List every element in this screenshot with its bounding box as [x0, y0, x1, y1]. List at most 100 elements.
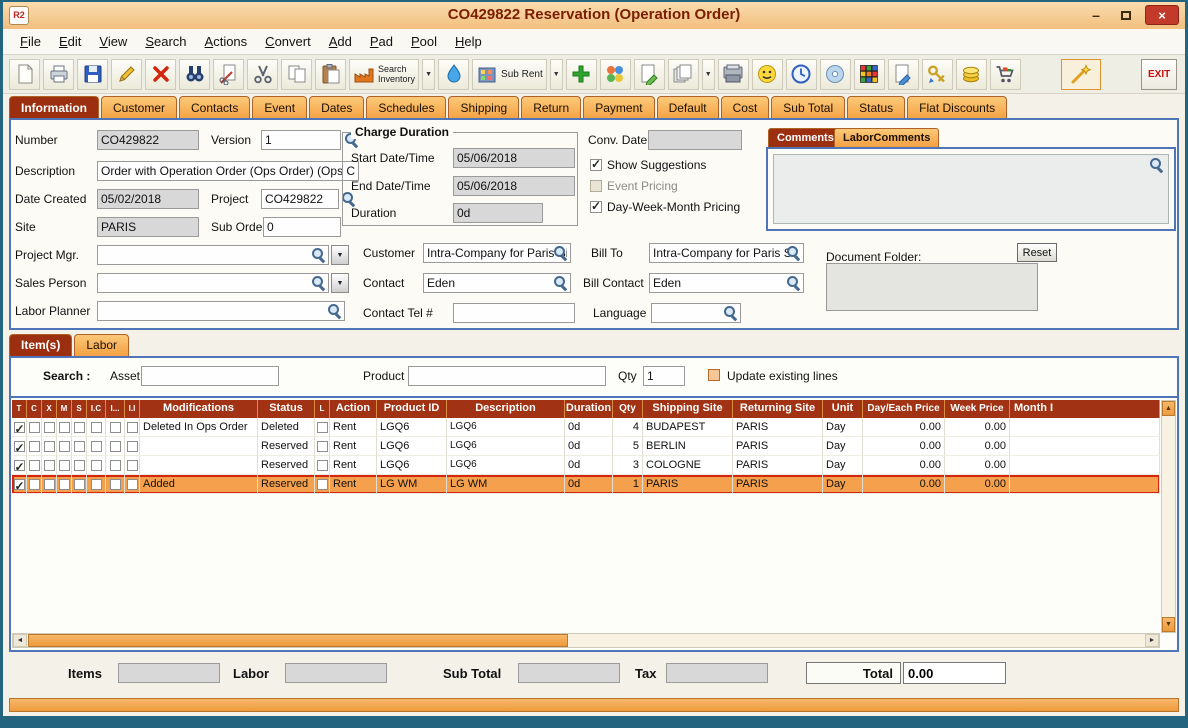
hscroll-thumb[interactable]: [28, 634, 568, 647]
new-document-button[interactable]: [9, 59, 40, 90]
search-inventory-dropdown[interactable]: [422, 59, 435, 90]
print-button[interactable]: [43, 59, 74, 90]
menu-pool[interactable]: Pool: [402, 31, 446, 52]
search-inventory-button[interactable]: SearchInventory: [349, 59, 419, 90]
contact-lookup-icon[interactable]: [553, 275, 568, 290]
asset-input[interactable]: [141, 366, 279, 386]
tax-field[interactable]: [666, 663, 768, 683]
row-t-checkbox[interactable]: [14, 479, 25, 490]
copy-button[interactable]: [281, 59, 312, 90]
date-created-field[interactable]: [97, 189, 199, 209]
table-row-selected[interactable]: Added Reserved Rent LG WM LG WM 0d 1 PAR…: [12, 475, 1160, 494]
customer-field[interactable]: [423, 243, 571, 263]
col-ic[interactable]: I.C: [87, 400, 106, 418]
row-x-checkbox[interactable]: [44, 460, 55, 471]
sales-person-field[interactable]: [97, 273, 329, 293]
horizontal-scrollbar[interactable]: [12, 633, 1160, 648]
close-button[interactable]: [1145, 5, 1179, 25]
col-description[interactable]: Description: [447, 400, 565, 418]
menu-help[interactable]: Help: [446, 31, 491, 52]
row-ii-checkbox[interactable]: [127, 460, 138, 471]
tab-event[interactable]: Event: [252, 96, 307, 120]
scroll-right-arrow[interactable]: [1145, 634, 1159, 647]
col-ii[interactable]: I.I: [125, 400, 140, 418]
col-month-price[interactable]: Month I: [1010, 400, 1160, 418]
event-pricing-box[interactable]: [590, 180, 602, 192]
purchase-button[interactable]: [990, 59, 1021, 90]
contact-tel-field[interactable]: [453, 303, 575, 323]
vertical-scrollbar[interactable]: [1161, 400, 1176, 633]
table-row[interactable]: Reserved Rent LGQ6 LGQ6 0d 3 COLOGNE PAR…: [12, 456, 1160, 475]
row-l-checkbox[interactable]: [317, 460, 328, 471]
cut-document-button[interactable]: [213, 59, 244, 90]
customer-lookup-icon[interactable]: [553, 245, 568, 260]
reset-button[interactable]: Reset: [1017, 243, 1057, 262]
col-product-id[interactable]: Product ID: [377, 400, 447, 418]
bill-contact-lookup-icon[interactable]: [786, 275, 801, 290]
col-l[interactable]: L: [315, 400, 330, 418]
documents-dropdown[interactable]: [702, 59, 715, 90]
sub-total-field[interactable]: [518, 663, 620, 683]
row-m-checkbox[interactable]: [59, 460, 70, 471]
row-t-checkbox[interactable]: [14, 460, 25, 471]
row-m-checkbox[interactable]: [59, 479, 70, 490]
show-suggestions-box[interactable]: [590, 159, 602, 171]
table-row[interactable]: Reserved Rent LGQ6 LGQ6 0d 5 BERLIN PARI…: [12, 437, 1160, 456]
col-status[interactable]: Status: [258, 400, 315, 418]
row-c-checkbox[interactable]: [29, 479, 40, 490]
col-week-price[interactable]: Week Price: [945, 400, 1010, 418]
sub-orders-field[interactable]: [263, 217, 341, 237]
col-modifications[interactable]: Modifications: [140, 400, 258, 418]
project-mgr-lookup-icon[interactable]: [311, 247, 326, 262]
row-x-checkbox[interactable]: [44, 422, 55, 433]
tab-default[interactable]: Default: [657, 96, 719, 120]
disc-button[interactable]: [820, 59, 851, 90]
menu-search[interactable]: Search: [136, 31, 195, 52]
notes-button[interactable]: [634, 59, 665, 90]
conv-date-field[interactable]: [648, 130, 742, 150]
menu-file[interactable]: File: [11, 31, 50, 52]
tab-return[interactable]: Return: [521, 96, 581, 120]
save-button[interactable]: [77, 59, 108, 90]
row-ii-checkbox[interactable]: [127, 441, 138, 452]
minimize-button[interactable]: [1085, 6, 1107, 24]
sales-person-lookup-icon[interactable]: [311, 275, 326, 290]
col-shipping-site[interactable]: Shipping Site: [643, 400, 733, 418]
tab-dates[interactable]: Dates: [309, 96, 364, 120]
row-s-checkbox[interactable]: [74, 479, 85, 490]
schedule-button[interactable]: [786, 59, 817, 90]
edit-notes-button[interactable]: [888, 59, 919, 90]
row-m-checkbox[interactable]: [59, 441, 70, 452]
row-c-checkbox[interactable]: [29, 441, 40, 452]
row-i2-checkbox[interactable]: [110, 460, 121, 471]
bill-to-lookup-icon[interactable]: [786, 245, 801, 260]
col-x[interactable]: X: [42, 400, 57, 418]
sub-rent-button[interactable]: Sub Rent: [472, 59, 547, 90]
language-lookup-icon[interactable]: [723, 305, 738, 320]
menu-view[interactable]: View: [90, 31, 136, 52]
row-t-checkbox[interactable]: [14, 441, 25, 452]
tab-items[interactable]: Item(s): [9, 334, 72, 356]
documents-button[interactable]: [668, 59, 699, 90]
show-suggestions-checkbox[interactable]: Show Suggestions: [590, 158, 706, 172]
labor-planner-field[interactable]: [97, 301, 345, 321]
product-input[interactable]: [408, 366, 606, 386]
delete-button[interactable]: [145, 59, 176, 90]
comments-lookup-icon[interactable]: [1149, 157, 1164, 172]
update-existing-checkbox[interactable]: [708, 369, 720, 381]
row-c-checkbox[interactable]: [29, 460, 40, 471]
bill-to-field[interactable]: [649, 243, 804, 263]
number-field[interactable]: [97, 130, 199, 150]
col-s[interactable]: S: [72, 400, 87, 418]
tab-comments[interactable]: Comments: [768, 128, 843, 147]
row-l-checkbox[interactable]: [317, 422, 328, 433]
tab-contacts[interactable]: Contacts: [179, 96, 250, 120]
bottom-scrollbar[interactable]: [9, 698, 1179, 712]
scroll-down-arrow[interactable]: [1162, 617, 1175, 632]
project-mgr-dropdown[interactable]: [331, 245, 349, 265]
contact-field[interactable]: [423, 273, 571, 293]
exit-button[interactable]: EXIT: [1141, 59, 1177, 90]
col-qty[interactable]: Qty: [613, 400, 643, 418]
project-mgr-field[interactable]: [97, 245, 329, 265]
row-m-checkbox[interactable]: [59, 422, 70, 433]
